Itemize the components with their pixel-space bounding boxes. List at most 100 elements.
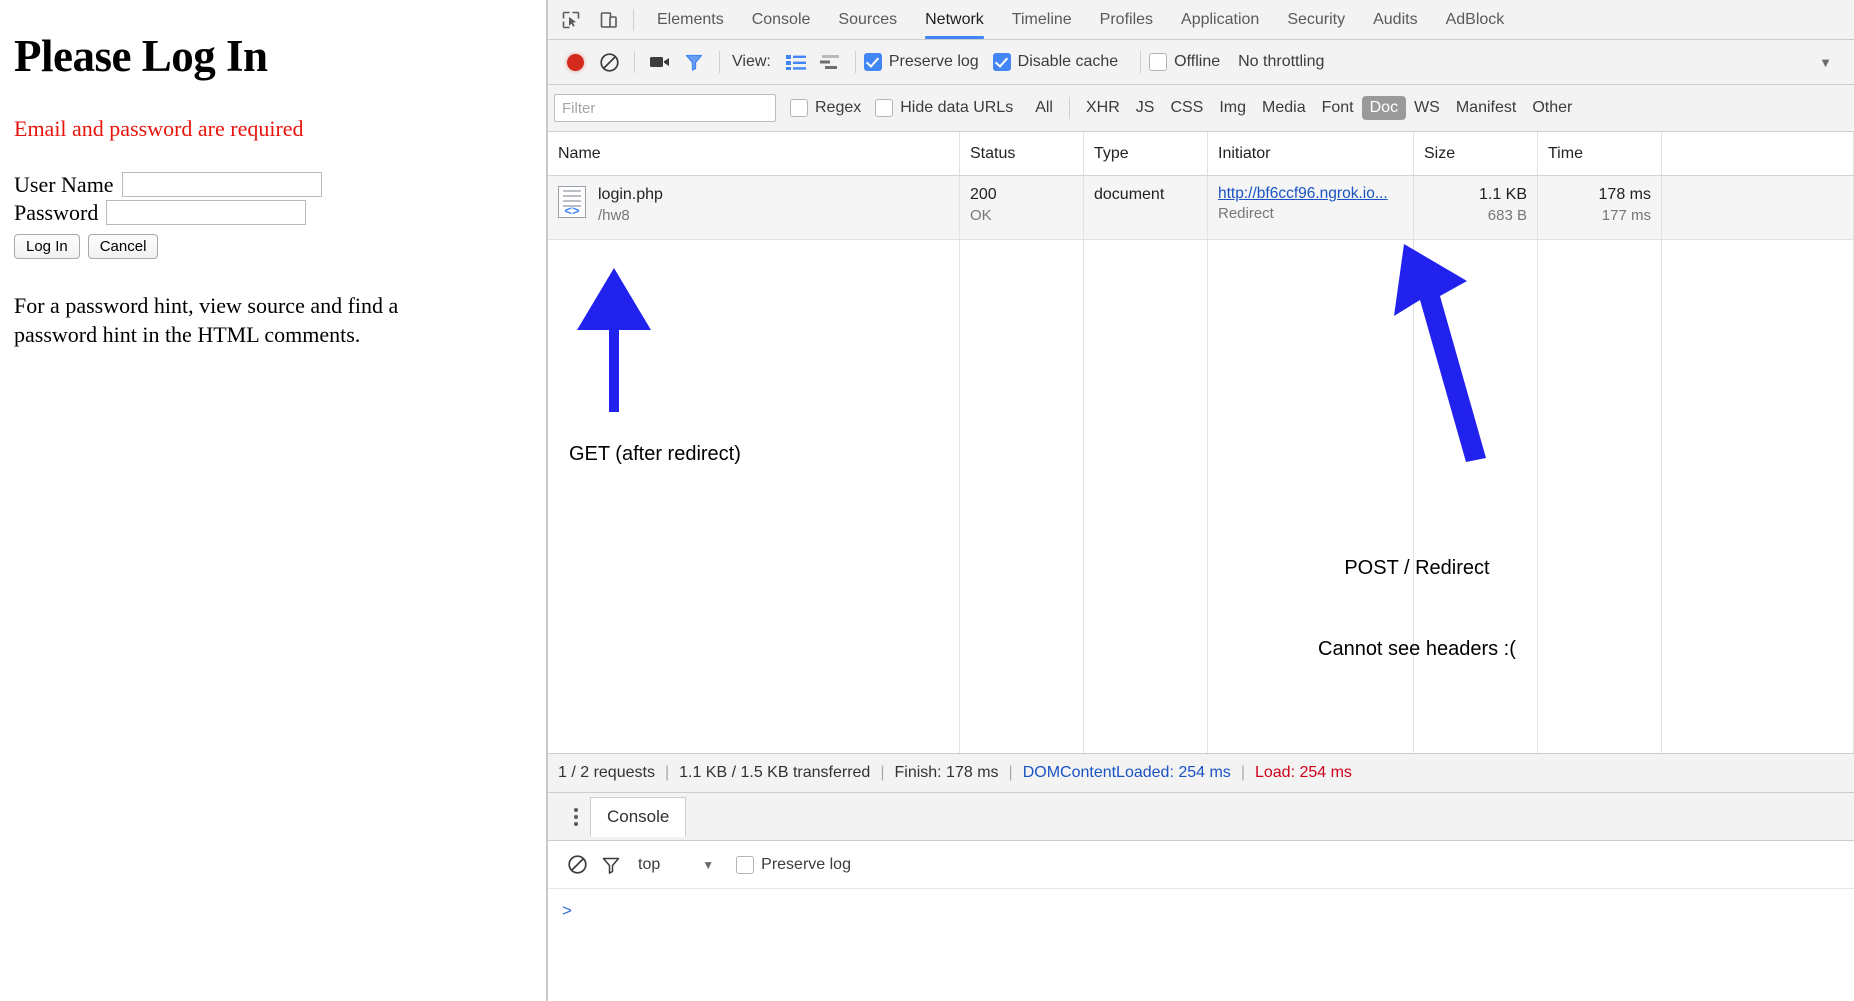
chevron-down-icon[interactable]: ▼ — [1819, 55, 1832, 70]
console-funnel-icon[interactable] — [594, 848, 628, 882]
console-preserve-log-label: Preserve log — [761, 855, 851, 873]
console-prompt-icon: > — [562, 901, 572, 920]
initiator-link[interactable]: http://bf6ccf96.ngrok.io... — [1218, 185, 1403, 203]
devtools-tab-list: Elements Console Sources Network Timelin… — [643, 0, 1518, 40]
view-label: View: — [732, 53, 771, 70]
controls-divider-3 — [854, 51, 856, 73]
filter-type-css[interactable]: CSS — [1162, 96, 1211, 120]
tab-elements[interactable]: Elements — [643, 0, 738, 40]
column-header-type[interactable]: Type — [1084, 132, 1208, 175]
filter-type-js[interactable]: JS — [1128, 96, 1163, 120]
column-header-initiator[interactable]: Initiator — [1208, 132, 1414, 175]
network-controls-row: View: Preserve log Disable cache Offline… — [548, 40, 1854, 85]
tab-sources-label: Sources — [838, 10, 898, 28]
filter-input[interactable] — [554, 94, 776, 122]
filter-type-media[interactable]: Media — [1254, 96, 1314, 120]
offline-label: Offline — [1174, 53, 1221, 70]
log-in-button[interactable]: Log In — [14, 233, 80, 259]
console-clear-icon[interactable] — [560, 848, 594, 882]
funnel-icon[interactable] — [677, 45, 711, 79]
console-preserve-log-toggle[interactable]: Preserve log — [736, 855, 851, 874]
toolbar-divider — [633, 8, 634, 31]
filter-type-other[interactable]: Other — [1524, 96, 1580, 120]
annotation-caption-right-line2: Cannot see headers :( — [1318, 638, 1516, 660]
offline-toggle[interactable]: Offline — [1149, 53, 1220, 71]
time-value: 178 ms — [1598, 186, 1651, 203]
tab-audits-label: Audits — [1373, 10, 1418, 28]
filter-type-img[interactable]: Img — [1211, 96, 1254, 120]
filter-type-xhr[interactable]: XHR — [1078, 96, 1128, 120]
cancel-button[interactable]: Cancel — [87, 233, 159, 259]
throttling-select[interactable]: No throttling — [1238, 53, 1324, 71]
console-preserve-log-checkbox[interactable] — [736, 855, 755, 874]
regex-label: Regex — [815, 99, 862, 116]
tab-timeline[interactable]: Timeline — [998, 0, 1086, 40]
hide-data-urls-toggle[interactable]: Hide data URLs — [875, 99, 1013, 117]
tab-adblock-label: AdBlock — [1445, 10, 1505, 28]
filter-type-manifest[interactable]: Manifest — [1448, 96, 1524, 120]
preserve-log-toggle[interactable]: Preserve log — [863, 53, 979, 71]
summary-separator-4: | — [1240, 764, 1245, 781]
disable-cache-toggle[interactable]: Disable cache — [992, 53, 1118, 71]
cell-initiator[interactable]: http://bf6ccf96.ngrok.io... Redirect — [1208, 176, 1414, 239]
tab-network-label: Network — [925, 10, 984, 28]
login-page-pane: Please Log In Email and password are req… — [0, 0, 548, 1001]
cell-status: 200 OK — [960, 176, 1084, 239]
username-input[interactable] — [121, 172, 322, 197]
request-path: /hw8 — [598, 206, 630, 224]
tab-console[interactable]: Console — [738, 0, 825, 40]
summary-load: Load: 254 ms — [1254, 764, 1352, 781]
filter-type-font[interactable]: Font — [1314, 96, 1362, 120]
devtools-tabstrip: Elements Console Sources Network Timelin… — [548, 0, 1854, 40]
camera-icon[interactable] — [643, 45, 677, 79]
table-row[interactable]: <> login.php /hw8 200 OK document http:/… — [548, 176, 1854, 240]
tab-application-label: Application — [1181, 10, 1260, 28]
password-row: Password — [14, 200, 532, 226]
login-form: User Name Password Log In Cancel — [14, 172, 532, 259]
column-header-status[interactable]: Status — [960, 132, 1084, 175]
username-label: User Name — [14, 171, 114, 197]
summary-dom-content-loaded: DOMContentLoaded: 254 ms — [1022, 764, 1231, 781]
password-label: Password — [14, 199, 99, 225]
console-input[interactable] — [576, 902, 1739, 922]
tab-network[interactable]: Network — [911, 0, 998, 40]
tab-sources[interactable]: Sources — [824, 0, 911, 40]
console-context-select[interactable]: top — [638, 856, 660, 874]
record-icon[interactable] — [558, 45, 592, 79]
hide-data-urls-checkbox[interactable] — [875, 99, 894, 117]
more-options-icon[interactable] — [562, 802, 590, 832]
preserve-log-checkbox[interactable] — [863, 53, 882, 71]
password-hint-text: For a password hint, view source and fin… — [14, 292, 399, 347]
column-header-waterfall[interactable] — [1662, 132, 1854, 175]
resource-type: document — [1094, 186, 1165, 203]
tab-application[interactable]: Application — [1167, 0, 1273, 40]
column-header-name[interactable]: Name — [548, 132, 960, 175]
time-latency: 177 ms — [1601, 206, 1651, 224]
console-context-chevron-down-icon[interactable]: ▼ — [702, 858, 714, 872]
regex-checkbox[interactable] — [790, 99, 808, 117]
device-toolbar-icon[interactable] — [594, 5, 624, 35]
tab-security[interactable]: Security — [1273, 0, 1359, 40]
tab-adblock[interactable]: AdBlock — [1432, 0, 1519, 40]
preserve-log-label: Preserve log — [888, 53, 979, 70]
offline-checkbox[interactable] — [1149, 53, 1168, 71]
cell-name[interactable]: <> login.php /hw8 — [548, 176, 960, 239]
waterfall-view-icon[interactable] — [813, 45, 847, 79]
filter-type-all[interactable]: All — [1027, 96, 1061, 120]
clear-icon[interactable] — [592, 45, 626, 79]
list-view-icon[interactable] — [779, 45, 813, 79]
inspect-element-icon[interactable] — [556, 5, 586, 35]
password-input[interactable] — [106, 200, 307, 225]
disable-cache-checkbox[interactable] — [992, 53, 1011, 71]
console-output-area[interactable]: > — [548, 889, 1854, 1001]
drawer-tab-console[interactable]: Console — [590, 797, 687, 837]
filter-type-doc[interactable]: Doc — [1361, 96, 1407, 120]
filter-type-ws[interactable]: WS — [1406, 96, 1448, 120]
regex-toggle[interactable]: Regex — [790, 99, 861, 117]
status-code: 200 — [970, 186, 997, 203]
column-header-size[interactable]: Size — [1414, 132, 1538, 175]
summary-separator-1: | — [664, 764, 670, 781]
column-header-time[interactable]: Time — [1538, 132, 1662, 175]
tab-audits[interactable]: Audits — [1359, 0, 1431, 40]
tab-profiles[interactable]: Profiles — [1086, 0, 1167, 40]
